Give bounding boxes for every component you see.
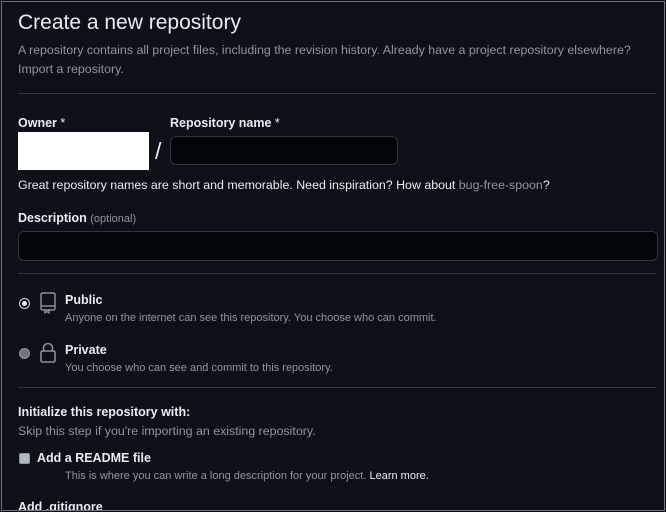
divider xyxy=(18,273,656,274)
owner-select[interactable] xyxy=(18,132,149,170)
initialize-title: Initialize this repository with: xyxy=(18,405,191,419)
description-label: Description (optional) xyxy=(18,211,136,225)
owner-repo-separator: / xyxy=(155,138,162,164)
repository-name-label-text: Repository name xyxy=(170,116,272,130)
divider xyxy=(18,387,656,388)
page-subtitle: A repository contains all project files,… xyxy=(18,41,658,79)
hint-text: Great repository names are short and mem… xyxy=(18,178,459,192)
readme-description: This is where you can write a long descr… xyxy=(65,470,429,482)
visibility-private-option[interactable]: Private You choose who can see and commi… xyxy=(18,342,618,378)
description-label-text: Description xyxy=(18,211,87,225)
readme-description-text: This is where you can write a long descr… xyxy=(65,470,367,482)
required-mark: * xyxy=(274,116,280,130)
private-radio[interactable] xyxy=(19,348,30,359)
optional-tag: (optional) xyxy=(90,213,137,225)
public-title: Public xyxy=(65,293,103,307)
repo-icon xyxy=(38,292,58,315)
hint-suffix: ? xyxy=(542,178,550,192)
owner-label: Owner * xyxy=(18,116,65,130)
private-title: Private xyxy=(65,343,107,357)
owner-label-text: Owner xyxy=(18,116,57,130)
learn-more-link[interactable]: Learn more. xyxy=(369,470,428,482)
page-title: Create a new repository xyxy=(18,11,241,34)
import-repository-link[interactable]: Import a repository. xyxy=(18,62,124,76)
visibility-public-option[interactable]: Public Anyone on the internet can see th… xyxy=(18,292,618,328)
public-radio[interactable] xyxy=(19,298,30,309)
private-description: You choose who can see and commit to thi… xyxy=(65,362,333,374)
readme-label[interactable]: Add a README file xyxy=(37,451,151,465)
name-suggestion[interactable]: bug-free-spoon xyxy=(459,178,543,192)
repository-name-hint: Great repository names are short and mem… xyxy=(18,178,550,192)
repository-name-label: Repository name * xyxy=(170,116,280,130)
repository-name-input[interactable] xyxy=(170,136,398,165)
gitignore-label: Add .gitignore xyxy=(18,500,103,511)
initialize-subtitle: Skip this step if you're importing an ex… xyxy=(18,424,316,438)
subtitle-text: A repository contains all project files,… xyxy=(18,43,631,57)
description-input[interactable] xyxy=(18,231,658,261)
required-mark: * xyxy=(60,116,66,130)
public-description: Anyone on the internet can see this repo… xyxy=(65,312,437,324)
app-frame: Create a new repository A repository con… xyxy=(1,1,665,511)
divider xyxy=(18,93,656,94)
readme-checkbox[interactable] xyxy=(19,453,30,464)
lock-icon xyxy=(38,342,58,364)
